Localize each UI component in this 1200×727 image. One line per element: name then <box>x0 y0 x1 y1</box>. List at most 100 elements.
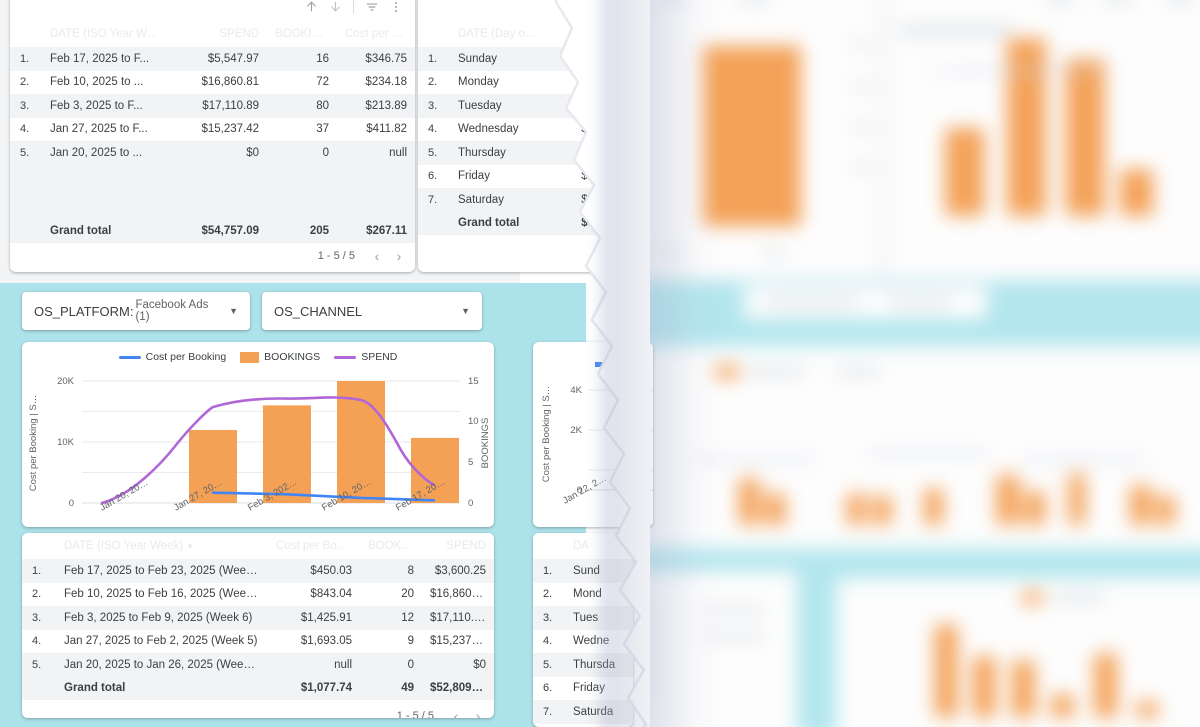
more-vertical-icon[interactable] <box>385 0 407 18</box>
grand-total-cpb: $267.11 <box>337 219 415 243</box>
row-date: Jan 20, 2025 to Jan 26, 2025 (Week 4) <box>64 658 263 671</box>
row-bookings: 37 <box>316 123 329 136</box>
header-cost-per-booking[interactable]: Cost per Booking <box>337 21 415 47</box>
header-date-label: DATE (ISO Year Week) <box>64 540 184 552</box>
y2-tick-10: 10 <box>468 416 479 427</box>
chevron-down-icon[interactable]: ▼ <box>451 306 470 316</box>
row-bookings: 8 <box>407 564 414 577</box>
header-spend[interactable]: SPEND <box>422 533 494 559</box>
legend-cost-per-booking[interactable]: Cost per Booking <box>118 351 227 363</box>
row-spend: $0 <box>246 146 259 159</box>
row-index: 1. <box>428 52 438 65</box>
row-bookings: 20 <box>401 588 414 601</box>
legend-label: Cost per Booking <box>145 351 227 363</box>
filter-os-platform[interactable]: OS_PLATFORM: Facebook Ads (1) ▼ <box>22 292 250 330</box>
row-bookings: 12 <box>401 611 414 624</box>
chevron-right-icon[interactable]: › <box>468 706 488 718</box>
grand-total-spend: $52,809.37 <box>422 676 494 700</box>
filter-platform-separator: : <box>129 303 134 319</box>
row-date: Feb 3, 2025 to Feb 9, 2025 (Week 6) <box>64 611 253 624</box>
legend-bookings[interactable]: BOOKINGS <box>240 351 320 363</box>
row-date: Feb 17, 2025 to Feb 23, 2025 (Week 8) <box>64 564 266 577</box>
weekly-detail-table: DATE (ISO Year Week) ▼ Cost per Booking … <box>22 533 494 700</box>
sort-descending-icon[interactable]: ▼ <box>186 542 194 551</box>
table-row[interactable]: 5. Jan 20, 2025 to ... $0 0 null <box>10 141 415 165</box>
legend-line-swatch <box>334 355 357 359</box>
table-pagination: 1 - 5 / 5 ‹ › <box>10 243 415 269</box>
row-index: 1. <box>32 564 42 577</box>
row-spend: $15,237.42 <box>201 123 259 136</box>
arrow-up-icon[interactable] <box>300 0 322 18</box>
header-spend[interactable]: SPEND <box>172 21 267 47</box>
legend-spend[interactable]: SPEND <box>334 351 397 363</box>
row-cpb: $213.89 <box>365 99 407 112</box>
table-filler-row <box>10 164 415 220</box>
header-bookings[interactable]: BOOKINGS <box>267 21 337 47</box>
row-cpb: $1,693.05 <box>300 635 352 648</box>
row-index: 3. <box>32 611 42 624</box>
row-date: Feb 17, 2025 to F... <box>50 52 150 65</box>
table-row[interactable]: 5. Jan 20, 2025 to Jan 26, 2025 (Week 4)… <box>22 653 494 677</box>
row-spend: $16,860.81 <box>430 588 488 601</box>
row-cpb: null <box>389 146 407 159</box>
row-bookings: 0 <box>322 146 329 159</box>
table-row[interactable]: 3. Feb 3, 2025 to F... $17,110.89 80 $21… <box>10 94 415 118</box>
arrow-down-icon[interactable] <box>324 0 346 18</box>
filter-platform-value: Facebook Ads (1) <box>135 299 209 323</box>
row-cpb: $1,425.91 <box>300 611 352 624</box>
row-spend: $0 <box>473 658 486 671</box>
row-date: Feb 3, 2025 to F... <box>50 99 143 112</box>
header-date[interactable]: DATE (ISO Year Week) <box>42 21 172 47</box>
row-index: 3. <box>428 99 438 112</box>
row-cpb: null <box>334 658 352 671</box>
row-bookings: 16 <box>316 52 329 65</box>
header-date[interactable]: DATE (ISO Year Week) ▼ <box>56 533 268 559</box>
grand-total-label: Grand total <box>56 676 268 700</box>
toolbar-divider <box>353 0 354 14</box>
table-row[interactable]: 4. Jan 27, 2025 to Feb 2, 2025 (Week 5) … <box>22 629 494 653</box>
row-date: Jan 20, 2025 to ... <box>50 146 143 159</box>
y2-tick-0: 0 <box>468 498 473 509</box>
legend-bar-swatch <box>240 351 260 363</box>
row-bookings: 0 <box>407 658 414 671</box>
row-date: Jan 27, 2025 to Feb 2, 2025 (Week 5) <box>64 635 258 648</box>
row-cpb: $411.82 <box>366 123 407 136</box>
screenshot-root: DATE (ISO Year Week) SPEND BOOKINGS Cost… <box>0 0 1200 727</box>
row-index: 4. <box>32 635 42 648</box>
row-spend: $15,237.42 <box>430 635 488 648</box>
filter-icon[interactable] <box>361 0 383 18</box>
row-index: 4. <box>20 123 30 136</box>
table-row[interactable]: 2. Feb 10, 2025 to Feb 16, 2025 (Week 7)… <box>22 582 494 606</box>
grand-total-bookings: 49 <box>360 676 422 700</box>
filter-os-channel[interactable]: OS_CHANNEL ▼ <box>262 292 482 330</box>
table-row[interactable]: 3. Feb 3, 2025 to Feb 9, 2025 (Week 6) $… <box>22 606 494 630</box>
y-tick-10k: 10K <box>57 437 75 448</box>
table-row[interactable]: 2. Feb 10, 2025 to ... $16,860.81 72 $23… <box>10 70 415 94</box>
row-bookings: 80 <box>316 99 329 112</box>
legend-line-swatch <box>118 355 141 359</box>
row-index: 2. <box>32 588 42 601</box>
row-date: Feb 10, 2025 to ... <box>50 76 144 89</box>
row-spend: $17,110.89 <box>430 611 487 624</box>
table-row[interactable]: 1. Feb 17, 2025 to F... $5,547.97 16 $34… <box>10 47 415 71</box>
chevron-down-icon[interactable]: ▼ <box>219 306 238 316</box>
table-row[interactable]: 4. Jan 27, 2025 to F... $15,237.42 37 $4… <box>10 117 415 141</box>
grand-total-row: Grand total $54,757.09 205 $267.11 <box>10 219 415 243</box>
header-cost-per-booking[interactable]: Cost per Booking <box>268 533 360 559</box>
x-tick-0: Jan 20, 20… <box>98 477 150 513</box>
row-index: 5. <box>20 146 30 159</box>
chevron-left-icon[interactable]: ‹ <box>367 246 387 266</box>
filter-channel-label: OS_CHANNEL <box>274 303 363 319</box>
y2-tick-15: 15 <box>468 376 479 387</box>
pagination-range: 1 - 5 / 5 <box>317 250 355 262</box>
chevron-right-icon[interactable]: › <box>389 246 409 266</box>
header-index <box>10 21 42 47</box>
table-header-row: DATE (ISO Year Week) SPEND BOOKINGS Cost… <box>10 21 415 47</box>
table-row[interactable]: 1. Feb 17, 2025 to Feb 23, 2025 (Week 8)… <box>22 559 494 583</box>
torn-paper-dropshadow <box>600 0 720 727</box>
header-bookings[interactable]: BOOKINGS <box>360 533 422 559</box>
chevron-left-icon[interactable]: ‹ <box>446 706 466 718</box>
row-bookings: 72 <box>316 76 329 89</box>
filter-platform-label: OS_PLATFORM <box>34 303 130 319</box>
weekly-spend-table: DATE (ISO Year Week) SPEND BOOKINGS Cost… <box>10 21 415 243</box>
